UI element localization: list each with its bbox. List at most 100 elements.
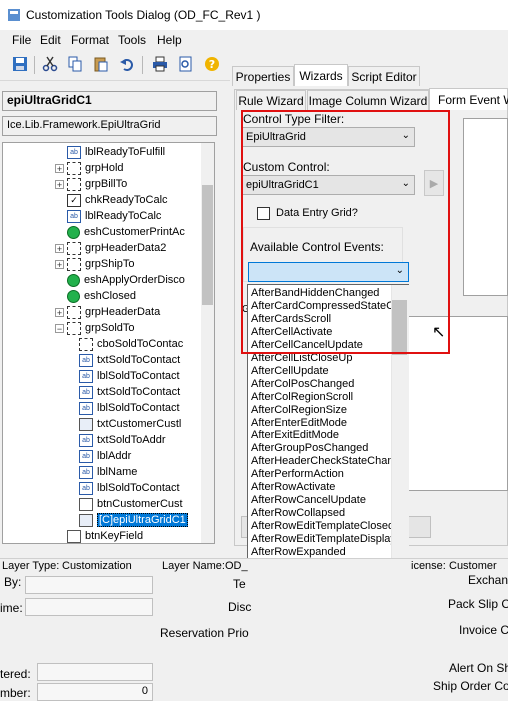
grid-icon <box>79 513 93 527</box>
entered-label: tered: <box>0 667 31 681</box>
tree-node[interactable]: ab lblName <box>79 464 137 480</box>
tree-node[interactable]: ab lblSoldToContact <box>79 368 180 384</box>
title-bar: Customization Tools Dialog (OD_FC_Rev1 ) <box>0 0 508 30</box>
tab-image-column-wizard[interactable]: Image Column Wizard <box>307 90 429 110</box>
tree-node[interactable]: eshClosed <box>67 288 136 304</box>
tree-node[interactable]: ab lblAddr <box>79 448 131 464</box>
tree-node-label: eshClosed <box>84 290 136 302</box>
event-option[interactable]: AfterRowCancelUpdate <box>251 494 366 507</box>
print-icon[interactable] <box>150 54 170 74</box>
layer-type-label: Layer Type: <box>2 560 60 572</box>
menu-format[interactable]: Format <box>71 33 109 47</box>
window-title: Customization Tools Dialog (OD_FC_Rev1 ) <box>26 8 261 22</box>
tree-node[interactable]: eshCustomerPrintAc <box>67 224 185 240</box>
toolbar: ? <box>0 50 230 81</box>
event-option[interactable]: AfterGroupPosChanged <box>251 442 368 455</box>
label-icon: ab <box>79 353 93 367</box>
event-option[interactable]: AfterCellUpdate <box>251 365 329 378</box>
menu-file[interactable]: File <box>12 33 31 47</box>
undo-icon[interactable] <box>117 54 137 74</box>
event-option[interactable]: AfterColPosChanged <box>251 378 354 391</box>
event-option[interactable]: AfterRowEditTemplateClosed <box>251 520 394 533</box>
time-field[interactable] <box>25 598 153 616</box>
tree-node[interactable]: txtCustomerCustl <box>79 416 181 432</box>
expand-icon[interactable]: + <box>55 180 64 190</box>
cut-icon[interactable] <box>40 54 60 74</box>
group-box-icon <box>67 305 81 319</box>
expand-icon[interactable]: + <box>55 164 64 174</box>
tree-node[interactable]: grpHeaderData <box>67 304 160 320</box>
tree-node-label: chkReadyToCalc <box>85 194 168 206</box>
event-option[interactable]: AfterColRegionScroll <box>251 391 353 404</box>
tree-scroll-thumb[interactable] <box>202 185 213 305</box>
tab-wizards[interactable]: Wizards <box>294 64 348 86</box>
tree-node[interactable]: ab lblReadyToCalc <box>67 208 161 224</box>
tree-node[interactable]: ab txtSoldToContact <box>79 384 180 400</box>
tree-node[interactable]: ab lblSoldToContact <box>79 400 180 416</box>
event-option[interactable]: AfterPerformAction <box>251 468 344 481</box>
entered-field[interactable] <box>37 663 153 681</box>
collapse-icon[interactable]: − <box>55 324 64 334</box>
help-icon[interactable]: ? <box>202 54 222 74</box>
tree-node[interactable]: ab txtSoldToAddr <box>79 432 165 448</box>
background-form: By: Te Exchan ime: Disc Pack Slip C Rese… <box>0 573 508 701</box>
tree-node-label: cboSoldToContac <box>97 338 184 350</box>
event-option[interactable]: AfterExitEditMode <box>251 429 339 442</box>
tree-node[interactable]: ✓ chkReadyToCalc <box>67 192 168 208</box>
time-label: ime: <box>0 601 23 615</box>
license-label: icense: <box>411 560 446 572</box>
menu-edit[interactable]: Edit <box>40 33 61 47</box>
tree-node[interactable]: ab txtSoldToContact <box>79 352 180 368</box>
expand-icon[interactable]: + <box>55 244 64 254</box>
tab-properties[interactable]: Properties <box>232 66 294 86</box>
tree-node-label: eshCustomerPrintAc <box>84 226 185 238</box>
tree-node[interactable]: grpSoldTo <box>67 320 135 336</box>
invoice-label: Invoice C <box>459 623 508 637</box>
layer-name-label: Layer Name: <box>162 560 225 572</box>
menu-tools[interactable]: Tools <box>118 33 146 47</box>
expand-icon[interactable]: + <box>55 260 64 270</box>
tree-node[interactable]: grpHeaderData2 <box>67 240 166 256</box>
expand-icon[interactable]: + <box>55 308 64 318</box>
tree-node-label: grpBillTo <box>85 178 128 190</box>
event-option[interactable]: AfterEnterEditMode <box>251 417 347 430</box>
tree-node[interactable]: grpBillTo <box>67 176 127 192</box>
copy-icon[interactable] <box>65 54 85 74</box>
tab-rule-wizard[interactable]: Rule Wizard <box>236 90 306 110</box>
tree-node-label: [C]epiUltraGridC1 <box>97 513 188 527</box>
tree-node[interactable]: btnKeyField <box>67 528 143 543</box>
tree-node[interactable]: ab lblSoldToContact <box>79 480 180 496</box>
tree-node[interactable]: grpShipTo <box>67 256 135 272</box>
tree-node[interactable]: grpHold <box>67 160 124 176</box>
menu-bar: File Edit Format Tools Help <box>0 30 508 50</box>
tree-node-label: txtSoldToContact <box>97 354 181 366</box>
label-icon: ab <box>79 449 93 463</box>
button-icon <box>79 497 93 511</box>
print-preview-icon[interactable] <box>176 54 196 74</box>
by-label: By: <box>4 575 22 589</box>
number-field[interactable]: 0 <box>37 683 153 701</box>
tree-node[interactable]: [C]epiUltraGridC1 <box>79 512 188 528</box>
tree-node[interactable]: eshApplyOrderDisco <box>67 272 185 288</box>
event-option[interactable]: AfterRowCollapsed <box>251 507 345 520</box>
tab-form-event-wizard[interactable]: Form Event Wi <box>429 88 508 110</box>
event-option[interactable]: AfterColRegionSize <box>251 404 347 417</box>
tree-node[interactable]: ab lblReadyToFulfill <box>67 144 165 160</box>
event-option[interactable]: AfterRowActivate <box>251 481 335 494</box>
menu-help[interactable]: Help <box>157 33 182 47</box>
shape-icon <box>67 273 80 287</box>
paste-icon[interactable] <box>91 54 111 74</box>
tree-node[interactable]: cboSoldToContac <box>79 336 183 352</box>
tree-node-label: lblReadyToFulfill <box>85 146 166 158</box>
tree-node[interactable]: btnCustomerCust <box>79 496 183 512</box>
group-box-icon <box>67 161 81 175</box>
tree-node-label: lblSoldToContact <box>97 370 180 382</box>
label-icon: ab <box>67 145 81 159</box>
by-field[interactable] <box>25 576 153 594</box>
save-icon[interactable] <box>10 54 30 74</box>
control-tree[interactable]: ab lblReadyToFulfill + grpHold + grpBillTo ✓ ch… <box>2 142 215 544</box>
event-option[interactable]: AfterRowEditTemplateDisplay <box>251 533 396 546</box>
event-option[interactable]: AfterHeaderCheckStateChang <box>251 455 400 468</box>
tree-hscrollbar[interactable] <box>3 544 215 558</box>
tab-script-editor[interactable]: Script Editor <box>348 66 420 86</box>
